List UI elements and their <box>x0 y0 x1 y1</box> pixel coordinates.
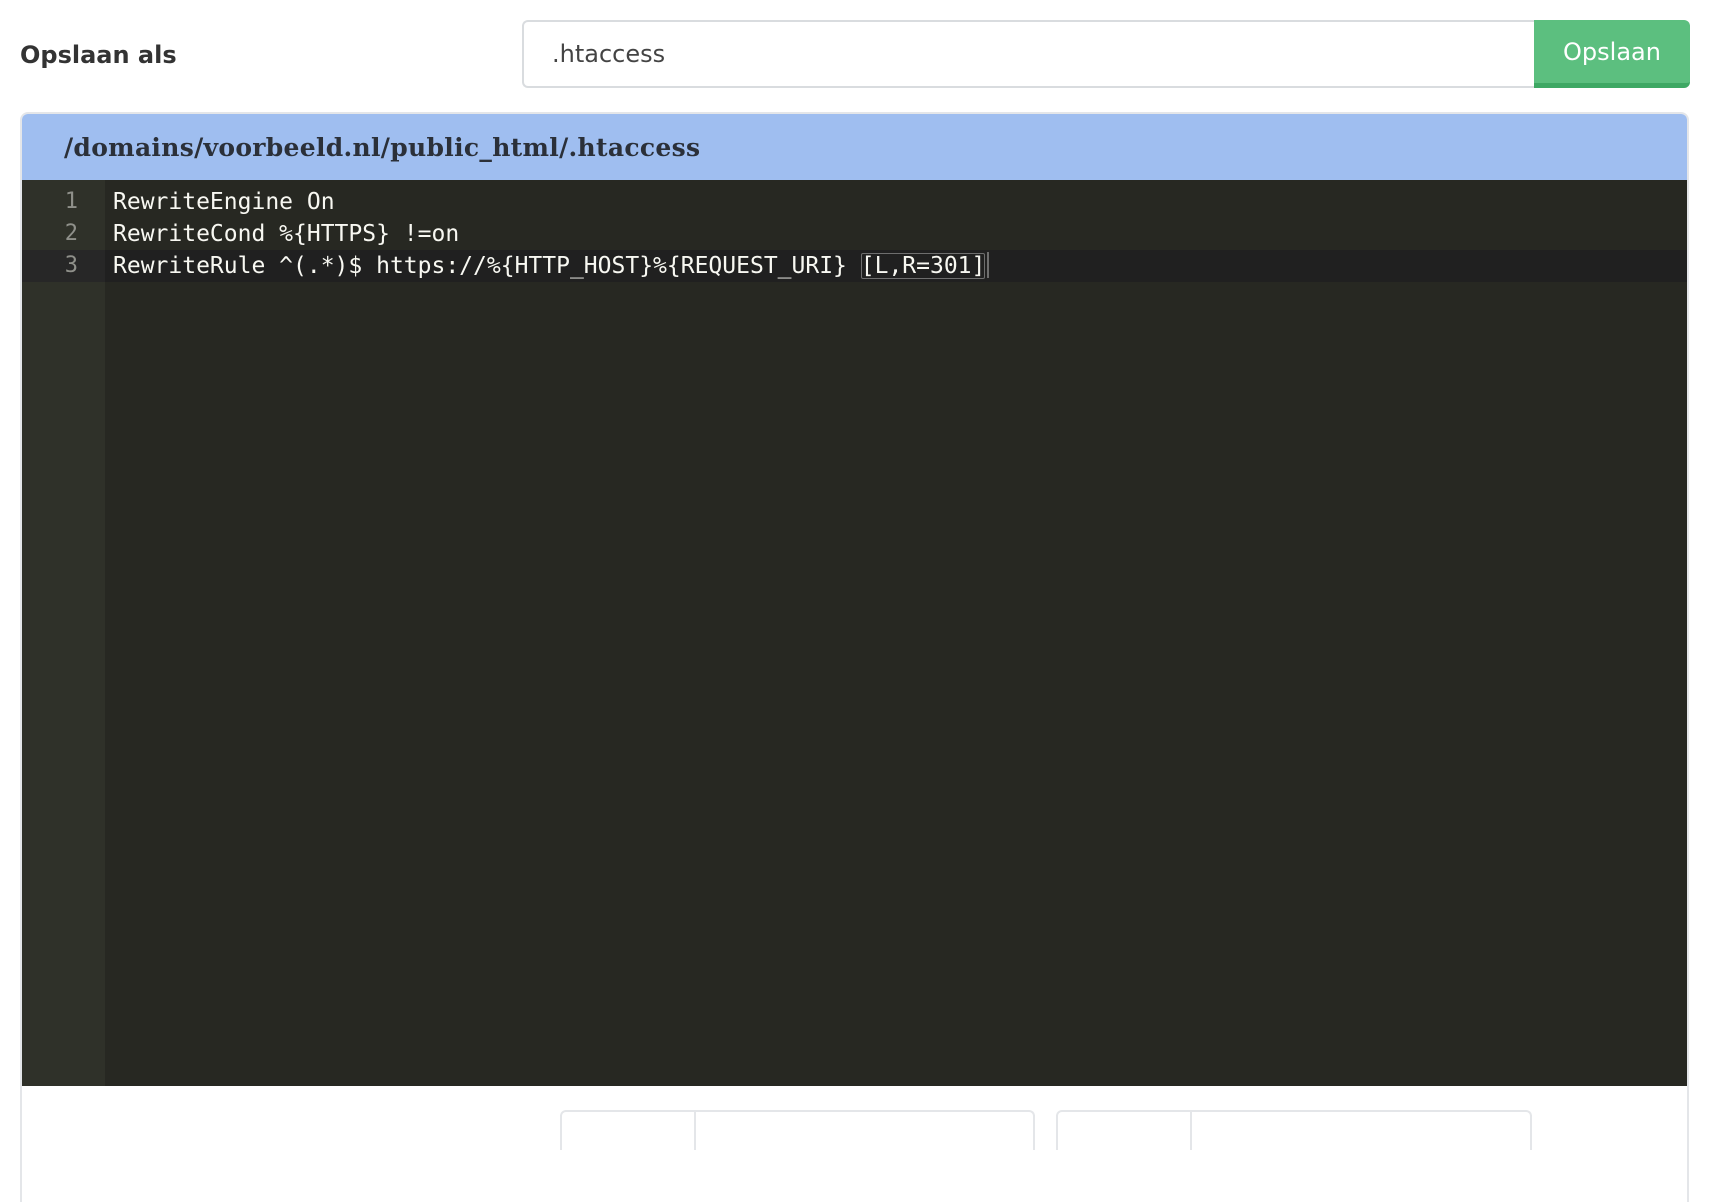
control-divider <box>1190 1112 1192 1150</box>
line-number-gutter <box>22 180 105 1086</box>
code-lines: 1 RewriteEngine On 2 RewriteCond %{HTTPS… <box>22 186 1687 282</box>
save-button[interactable]: Opslaan <box>1534 20 1690 88</box>
filename-input[interactable] <box>522 20 1534 88</box>
control-divider <box>694 1112 696 1150</box>
matched-bracket-text: [L,R=301] <box>860 253 986 279</box>
line-number: 2 <box>64 221 78 246</box>
code-line-1[interactable]: 1 RewriteEngine On <box>22 186 1687 218</box>
line-number: 1 <box>64 189 78 214</box>
text-cursor <box>987 252 990 278</box>
file-path-title: /domains/voorbeeld.nl/public_html/.htacc… <box>64 132 701 162</box>
editor-panel: /domains/voorbeeld.nl/public_html/.htacc… <box>20 112 1689 1202</box>
code-line-text-part: RewriteRule ^(.*)$ https://%{HTTP_HOST}%… <box>113 253 861 279</box>
editor-header: /domains/voorbeeld.nl/public_html/.htacc… <box>22 114 1687 180</box>
footer-select-control[interactable] <box>560 1110 1035 1150</box>
code-line-text[interactable]: RewriteCond %{HTTPS} !=on <box>113 218 459 250</box>
save-as-label: Opslaan als <box>20 41 177 69</box>
code-line-3-active[interactable]: 3 RewriteRule ^(.*)$ https://%{HTTP_HOST… <box>22 250 1687 282</box>
footer-select-control[interactable] <box>1056 1110 1532 1150</box>
code-line-text[interactable]: RewriteRule ^(.*)$ https://%{HTTP_HOST}%… <box>113 250 990 282</box>
code-line-2[interactable]: 2 RewriteCond %{HTTPS} !=on <box>22 218 1687 250</box>
editor-footer <box>22 1086 1687 1202</box>
code-line-text[interactable]: RewriteEngine On <box>113 186 335 218</box>
line-number: 3 <box>22 250 105 282</box>
code-editor[interactable]: 1 RewriteEngine On 2 RewriteCond %{HTTPS… <box>22 180 1687 1086</box>
file-editor-page: Opslaan als Opslaan /domains/voorbeeld.n… <box>0 0 1709 1202</box>
